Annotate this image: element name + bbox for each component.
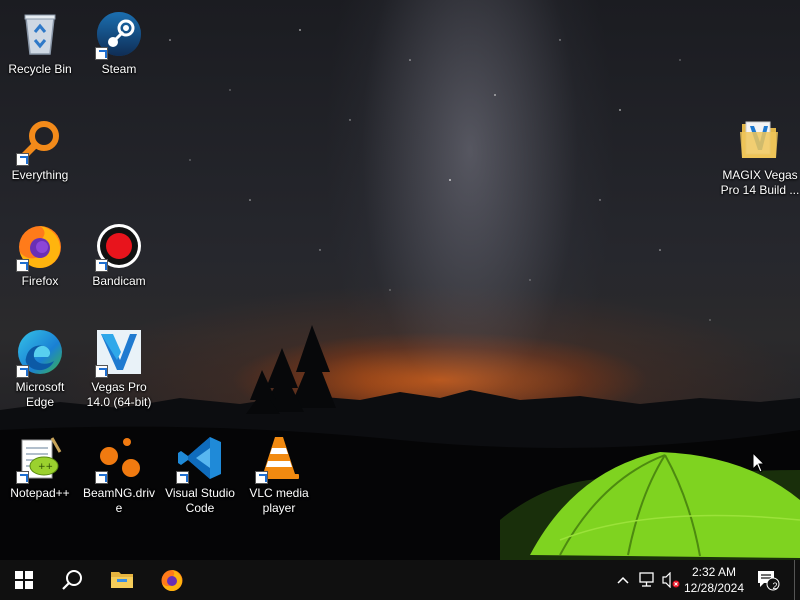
clock-button[interactable]: 2:32 AM 12/28/2024 bbox=[680, 562, 748, 598]
desktop-icon-steam[interactable]: Steam bbox=[80, 4, 158, 94]
notepad-plus-plus-icon: ++ bbox=[16, 434, 64, 484]
notification-count-badge: 2 bbox=[772, 581, 778, 591]
edge-icon bbox=[16, 328, 64, 378]
icon-label: Notepad++ bbox=[10, 486, 70, 500]
start-windows-icon bbox=[15, 571, 33, 589]
firefox-icon bbox=[16, 222, 64, 272]
taskbar: 2:32 AM 12/28/2024 2 bbox=[0, 560, 800, 600]
shortcut-arrow-icon bbox=[95, 365, 108, 378]
icon-label: Bandicam bbox=[92, 274, 146, 288]
search-button[interactable] bbox=[48, 560, 96, 600]
folder-icon bbox=[736, 116, 784, 164]
icon-label: Visual Studio Code bbox=[165, 486, 235, 515]
shortcut-arrow-icon bbox=[16, 471, 29, 484]
icon-label: Microsoft Edge bbox=[15, 380, 65, 409]
beamng-icon bbox=[95, 434, 143, 484]
volume-button[interactable] bbox=[660, 560, 682, 600]
vscode-icon bbox=[176, 434, 224, 484]
icon-label: BeamNG.drive bbox=[82, 486, 156, 515]
clock-time: 2:32 AM bbox=[691, 565, 737, 579]
shortcut-arrow-icon bbox=[95, 47, 108, 60]
desktop-icon-recycle-bin[interactable]: Recycle Bin bbox=[1, 4, 79, 94]
shortcut-arrow-icon bbox=[176, 471, 189, 484]
mouse-cursor-icon bbox=[752, 451, 766, 479]
shortcut-arrow-icon bbox=[95, 471, 108, 484]
shortcut-arrow-icon bbox=[16, 153, 29, 166]
volume-muted-icon bbox=[662, 572, 680, 588]
chevron-up-icon bbox=[617, 576, 629, 584]
desktop-icon-vscode[interactable]: Visual Studio Code bbox=[161, 428, 239, 518]
shortcut-arrow-icon bbox=[95, 259, 108, 272]
desktop-icon-vegas-pro[interactable]: Vegas Pro 14.0 (64-bit) bbox=[80, 322, 158, 412]
file-explorer-icon bbox=[111, 572, 133, 588]
icon-label: MAGIX Vegas Pro 14 Build ... bbox=[720, 168, 800, 197]
desktop-icon-microsoft-edge[interactable]: Microsoft Edge bbox=[1, 322, 79, 412]
icon-label: Vegas Pro 14.0 (64-bit) bbox=[86, 380, 152, 409]
start-button[interactable] bbox=[0, 560, 48, 600]
taskbar-firefox-button[interactable] bbox=[148, 560, 196, 600]
vegas-pro-icon bbox=[95, 328, 143, 378]
network-icon bbox=[639, 572, 654, 587]
steam-icon bbox=[95, 10, 143, 60]
icon-label: VLC media player bbox=[249, 486, 309, 515]
network-button[interactable] bbox=[636, 560, 658, 600]
svg-text:++: ++ bbox=[38, 462, 53, 472]
desktop-icon-bandicam[interactable]: Bandicam bbox=[80, 216, 158, 306]
icon-label: Steam bbox=[101, 62, 137, 76]
desktop-icon-notepad-plus-plus[interactable]: ++ Notepad++ bbox=[1, 428, 79, 518]
desktop-icon-beamng[interactable]: BeamNG.drive bbox=[80, 428, 158, 518]
show-desktop-button[interactable] bbox=[794, 560, 795, 600]
shortcut-arrow-icon bbox=[16, 365, 29, 378]
icon-label: Firefox bbox=[21, 274, 59, 288]
icon-label: Everything bbox=[11, 168, 69, 182]
desktop-icon-everything[interactable]: Everything bbox=[1, 110, 79, 200]
file-explorer-button[interactable] bbox=[98, 560, 146, 600]
desktop-icon-firefox[interactable]: Firefox bbox=[1, 216, 79, 306]
firefox-icon bbox=[161, 570, 183, 591]
shortcut-arrow-icon bbox=[16, 259, 29, 272]
shortcut-arrow-icon bbox=[255, 471, 268, 484]
desktop-icon-vlc[interactable]: VLC media player bbox=[240, 428, 318, 518]
action-center-button[interactable]: 2 bbox=[756, 560, 780, 600]
everything-search-icon bbox=[16, 116, 64, 166]
search-icon bbox=[62, 570, 82, 590]
icon-label: Recycle Bin bbox=[8, 62, 72, 76]
recycle-bin-icon bbox=[16, 10, 64, 58]
clock-date: 12/28/2024 bbox=[683, 581, 745, 595]
vlc-cone-icon bbox=[255, 434, 303, 484]
desktop-icon-magix-vegas-folder[interactable]: MAGIX Vegas Pro 14 Build ... bbox=[720, 110, 800, 200]
show-hidden-icons-button[interactable] bbox=[614, 560, 632, 600]
bandicam-record-icon bbox=[95, 222, 143, 272]
